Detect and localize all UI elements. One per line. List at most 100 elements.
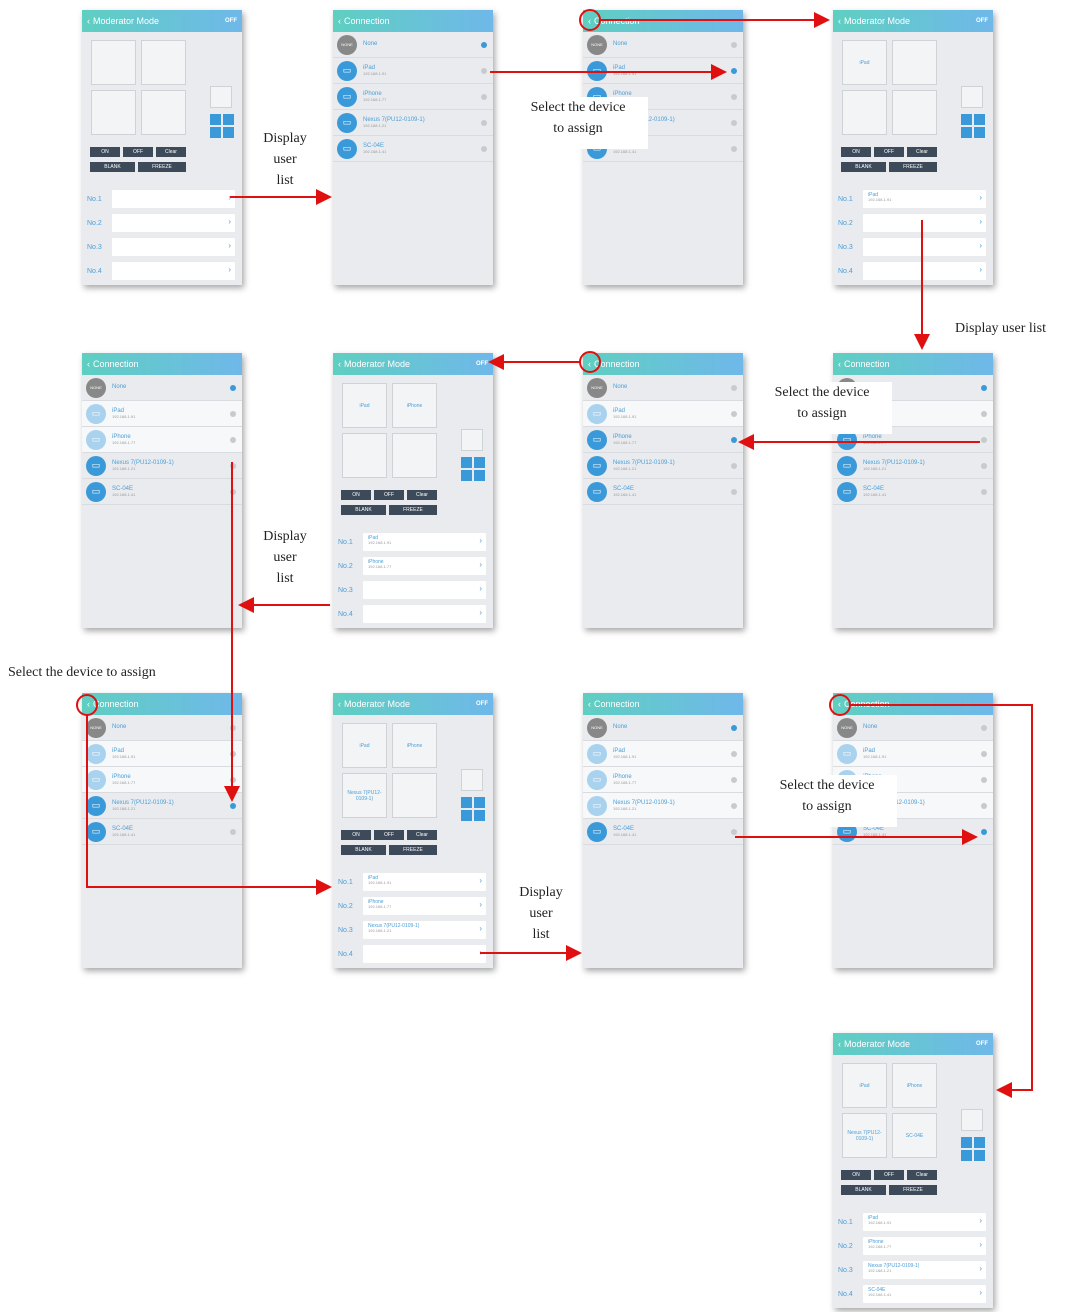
- select-radio[interactable]: [230, 463, 236, 469]
- device-row[interactable]: ▭ iPad192.168.1.91: [82, 741, 242, 767]
- chevron-right-icon[interactable]: ›: [228, 217, 231, 227]
- chevron-right-icon[interactable]: ›: [228, 241, 231, 251]
- display-quadrant[interactable]: [892, 90, 937, 135]
- device-row[interactable]: ▭ iPhone192.168.1.77: [333, 84, 493, 110]
- device-row[interactable]: NONE None: [583, 375, 743, 401]
- display-quadrant[interactable]: [342, 433, 387, 478]
- device-row[interactable]: ▭ iPad192.168.1.91: [583, 401, 743, 427]
- display-quadrant[interactable]: Nexus 7(PU12-0109-1): [842, 1113, 887, 1158]
- moderator-toggle[interactable]: OFF: [476, 701, 488, 707]
- select-radio[interactable]: [981, 385, 987, 391]
- display-quadrant[interactable]: Nexus 7(PU12-0109-1): [342, 773, 387, 818]
- slot-field[interactable]: ›: [112, 238, 235, 256]
- device-row[interactable]: ▭ Nexus 7(PU12-0109-1)192.168.1.21: [833, 453, 993, 479]
- back-chevron-icon[interactable]: ‹: [838, 16, 841, 26]
- select-radio[interactable]: [230, 803, 236, 809]
- slot-field[interactable]: iPhone 192.168.1.77 ›: [863, 1237, 986, 1255]
- freeze-button[interactable]: FREEZE: [138, 162, 186, 172]
- select-radio[interactable]: [731, 829, 737, 835]
- chevron-right-icon[interactable]: ›: [479, 924, 482, 934]
- blank-button[interactable]: BLANK: [841, 162, 886, 172]
- slot-field[interactable]: Nexus 7(PU12-0109-1) 192.168.1.21 ›: [363, 921, 486, 939]
- display-quadrant[interactable]: iPad: [842, 40, 887, 85]
- back-chevron-icon[interactable]: ‹: [338, 699, 341, 709]
- device-row[interactable]: ▭ Nexus 7(PU12-0109-1)192.168.1.21: [82, 793, 242, 819]
- select-radio[interactable]: [481, 42, 487, 48]
- slot-field[interactable]: iPhone 192.168.1.77 ›: [363, 897, 486, 915]
- select-radio[interactable]: [981, 751, 987, 757]
- select-radio[interactable]: [731, 94, 737, 100]
- display-quadrant[interactable]: [141, 90, 186, 135]
- slot-field[interactable]: iPhone 192.168.1.77 ›: [363, 557, 486, 575]
- select-radio[interactable]: [230, 751, 236, 757]
- select-radio[interactable]: [981, 777, 987, 783]
- slot-field[interactable]: ›: [363, 605, 486, 623]
- device-row[interactable]: ▭ iPad192.168.1.91: [82, 401, 242, 427]
- chevron-right-icon[interactable]: ›: [479, 560, 482, 570]
- device-row[interactable]: NONE None: [82, 375, 242, 401]
- on-button[interactable]: ON: [90, 147, 120, 157]
- select-radio[interactable]: [230, 829, 236, 835]
- device-row[interactable]: ▭ iPad192.168.1.91: [333, 58, 493, 84]
- select-radio[interactable]: [481, 94, 487, 100]
- device-row[interactable]: NONE None: [583, 715, 743, 741]
- display-quadrant[interactable]: [842, 90, 887, 135]
- back-chevron-icon[interactable]: ‹: [87, 699, 90, 709]
- chevron-right-icon[interactable]: ›: [979, 1216, 982, 1226]
- slot-field[interactable]: Nexus 7(PU12-0109-1) 192.168.1.21 ›: [863, 1261, 986, 1279]
- off-button[interactable]: OFF: [374, 830, 404, 840]
- select-radio[interactable]: [731, 489, 737, 495]
- select-radio[interactable]: [731, 777, 737, 783]
- slot-field[interactable]: ›: [863, 214, 986, 232]
- select-radio[interactable]: [981, 489, 987, 495]
- preview-box[interactable]: [961, 86, 983, 108]
- freeze-button[interactable]: FREEZE: [389, 505, 437, 515]
- grid-layout-icon[interactable]: [961, 114, 985, 138]
- select-radio[interactable]: [481, 146, 487, 152]
- chevron-right-icon[interactable]: ›: [479, 876, 482, 886]
- off-button[interactable]: OFF: [374, 490, 404, 500]
- back-chevron-icon[interactable]: ‹: [87, 359, 90, 369]
- select-radio[interactable]: [731, 725, 737, 731]
- moderator-toggle[interactable]: OFF: [976, 1041, 988, 1047]
- display-quadrant[interactable]: iPad: [342, 723, 387, 768]
- device-row[interactable]: ▭ iPhone192.168.1.77: [82, 767, 242, 793]
- back-chevron-icon[interactable]: ‹: [838, 359, 841, 369]
- on-button[interactable]: ON: [841, 147, 871, 157]
- back-chevron-icon[interactable]: ‹: [338, 16, 341, 26]
- back-chevron-icon[interactable]: ‹: [588, 16, 591, 26]
- select-radio[interactable]: [981, 829, 987, 835]
- preview-box[interactable]: [961, 1109, 983, 1131]
- select-radio[interactable]: [981, 803, 987, 809]
- select-radio[interactable]: [731, 411, 737, 417]
- chevron-right-icon[interactable]: ›: [979, 193, 982, 203]
- select-radio[interactable]: [981, 437, 987, 443]
- preview-box[interactable]: [210, 86, 232, 108]
- back-chevron-icon[interactable]: ‹: [338, 359, 341, 369]
- off-button[interactable]: OFF: [874, 1170, 904, 1180]
- off-button[interactable]: OFF: [874, 147, 904, 157]
- select-radio[interactable]: [731, 146, 737, 152]
- device-row[interactable]: ▭ iPad192.168.1.91: [583, 741, 743, 767]
- chevron-right-icon[interactable]: ›: [479, 584, 482, 594]
- freeze-button[interactable]: FREEZE: [889, 1185, 937, 1195]
- preview-box[interactable]: [461, 429, 483, 451]
- slot-field[interactable]: ›: [112, 262, 235, 280]
- chevron-right-icon[interactable]: ›: [979, 1264, 982, 1274]
- display-quadrant[interactable]: [392, 773, 437, 818]
- on-button[interactable]: ON: [341, 490, 371, 500]
- select-radio[interactable]: [731, 463, 737, 469]
- device-row[interactable]: NONE None: [82, 715, 242, 741]
- blank-button[interactable]: BLANK: [841, 1185, 886, 1195]
- freeze-button[interactable]: FREEZE: [389, 845, 437, 855]
- clear-button[interactable]: Clear: [907, 1170, 937, 1180]
- slot-field[interactable]: SC-04E 192.168.1.41 ›: [863, 1285, 986, 1303]
- select-radio[interactable]: [230, 777, 236, 783]
- device-row[interactable]: NONE None: [583, 32, 743, 58]
- display-quadrant[interactable]: iPhone: [892, 1063, 937, 1108]
- chevron-right-icon[interactable]: ›: [979, 241, 982, 251]
- device-row[interactable]: ▭ SC-04E192.168.1.41: [82, 479, 242, 505]
- display-quadrant[interactable]: [91, 40, 136, 85]
- device-row[interactable]: ▭ SC-04E192.168.1.41: [833, 479, 993, 505]
- chevron-right-icon[interactable]: ›: [479, 900, 482, 910]
